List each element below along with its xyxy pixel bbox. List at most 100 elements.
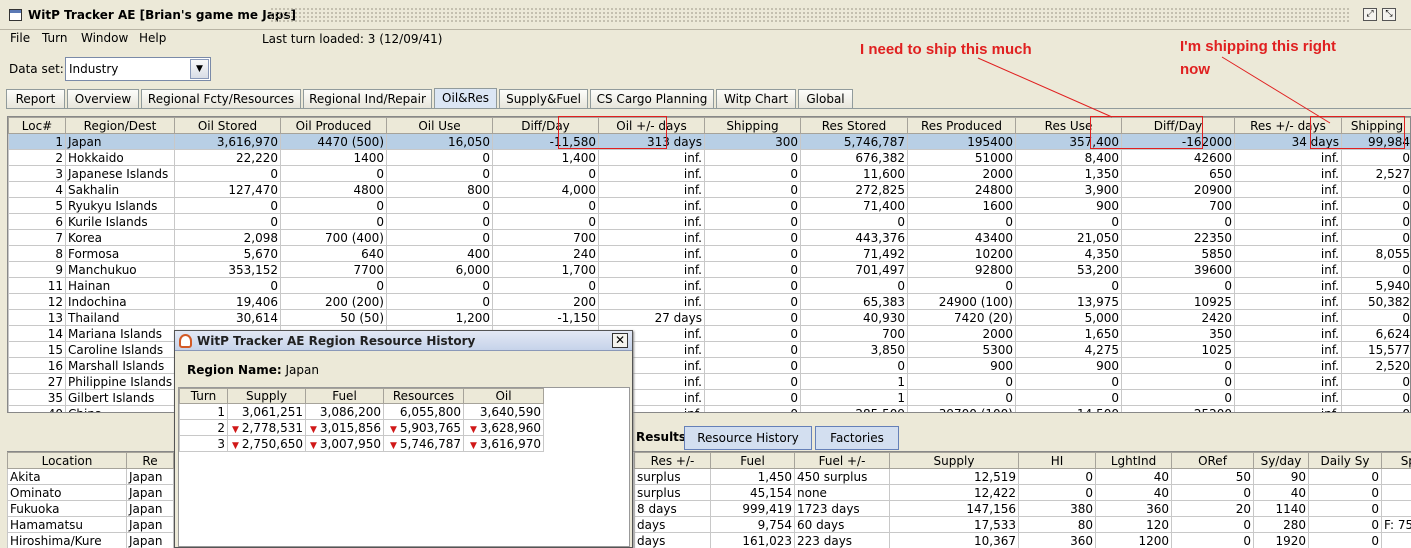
table-cell: 0 xyxy=(704,357,801,374)
tab-report[interactable]: Report xyxy=(6,89,65,109)
menu-file[interactable]: File xyxy=(10,31,30,45)
table-row[interactable]: 11 Hainan 0 0 0 0 inf. 0 0 0 0 0 inf. 5,940 xyxy=(8,277,1410,294)
dataset-select[interactable]: Industry ▼ xyxy=(65,57,211,81)
column-header[interactable]: Daily Sy xyxy=(1308,452,1382,469)
tab-overview[interactable]: Overview xyxy=(67,89,139,109)
table-cell: 0 xyxy=(1015,373,1122,390)
column-header[interactable]: Oil Use xyxy=(386,117,493,134)
column-header[interactable]: Diff/Day xyxy=(492,117,599,134)
column-header[interactable]: Shipping xyxy=(1341,117,1410,134)
column-header[interactable]: Res +/- xyxy=(634,452,711,469)
column-header[interactable]: Oil Produced xyxy=(280,117,387,134)
table-cell: Japan xyxy=(126,516,174,533)
column-header[interactable]: Sy/day xyxy=(1253,452,1309,469)
tab-global[interactable]: Global xyxy=(798,89,853,109)
table-row[interactable]: 12 Indochina 19,406 200 (200) 0 200 inf. 0 65,38… xyxy=(8,293,1410,310)
column-header[interactable]: Fuel xyxy=(305,388,384,404)
table-cell: 0 xyxy=(1341,181,1410,198)
tab-witp-chart[interactable]: Witp Chart xyxy=(716,89,796,109)
table-row[interactable]: Akita Japan xyxy=(7,468,174,485)
table-row[interactable]: 9 Manchukuo 353,152 7700 6,000 1,700 inf. 0 701,… xyxy=(8,261,1410,278)
column-header[interactable]: HI xyxy=(1018,452,1096,469)
close-icon[interactable]: ✕ xyxy=(612,333,628,348)
column-header[interactable]: Res Produced xyxy=(907,117,1016,134)
tab-cs-cargo-planning[interactable]: CS Cargo Planning xyxy=(590,89,714,109)
column-header[interactable]: Location xyxy=(7,452,127,469)
table-row[interactable]: 2 Hokkaido 22,220 1400 0 1,400 inf. 0 676,382 510… xyxy=(8,149,1410,166)
table-cell: 450 surplus xyxy=(794,468,890,485)
table-row[interactable]: surplus 1,450 450 surplus 12,519 0 40 50 90 0 xyxy=(634,468,1411,485)
table-cell: 0 xyxy=(280,165,387,182)
column-header[interactable]: Turn xyxy=(179,388,228,404)
table-row[interactable]: 13 Thailand 30,614 50 (50) 1,200 -1,150 27 day… xyxy=(8,309,1410,326)
table-row[interactable]: 6 Kurile Islands 0 0 0 0 inf. 0 0 0 0 0 inf. 0 xyxy=(8,213,1410,230)
table-row[interactable]: 1 3,061,251 3,086,200 6,055,800 3,640,590 xyxy=(179,403,544,420)
column-header[interactable]: Oil xyxy=(463,388,544,404)
table-row[interactable]: Ominato Japan xyxy=(7,484,174,501)
column-header[interactable]: Oil +/- days xyxy=(598,117,705,134)
tab-oil-res[interactable]: Oil&Res xyxy=(434,88,497,109)
table-cell: 12,519 xyxy=(889,468,1019,485)
table-cell: 280 xyxy=(1253,516,1309,533)
restore-icon[interactable]: ⤢ xyxy=(1363,8,1377,21)
column-header[interactable]: Loc# xyxy=(8,117,66,134)
app-icon xyxy=(9,9,22,21)
menu-window[interactable]: Window xyxy=(81,31,128,45)
column-header[interactable]: LghtInd xyxy=(1095,452,1172,469)
table-cell: surplus xyxy=(634,484,711,501)
column-header[interactable]: Res Stored xyxy=(800,117,908,134)
column-header[interactable]: Re xyxy=(126,452,174,469)
table-cell: 0 xyxy=(1015,213,1122,230)
table-row[interactable]: surplus 45,154 none 12,422 0 40 0 40 0 xyxy=(634,484,1411,501)
table-row[interactable]: 3 ▼ 2,750,650 ▼ 3,007,950 ▼ 5,746,787 ▼ 3,616,97… xyxy=(179,435,544,452)
column-header[interactable]: Fuel +/- xyxy=(794,452,890,469)
table-cell: 39600 xyxy=(1121,261,1235,278)
column-header[interactable]: Resources xyxy=(383,388,464,404)
table-row[interactable]: days 161,023 223 days 10,367 360 1200 0 1920 0 xyxy=(634,532,1411,548)
table-row[interactable]: 3 Japanese Islands 0 0 0 0 inf. 0 11,600 2000 1,35… xyxy=(8,165,1410,182)
column-header[interactable]: Spoilage xyxy=(1381,452,1411,469)
tab-factories[interactable]: Factories xyxy=(815,426,899,450)
table-cell: 42600 xyxy=(1121,149,1235,166)
column-header[interactable]: ORef xyxy=(1171,452,1254,469)
table-row[interactable]: 5 Ryukyu Islands 0 0 0 0 inf. 0 71,400 1600 900 700… xyxy=(8,197,1410,214)
table-row[interactable]: 8 days 999,419 1723 days 147,156 380 360 20 114… xyxy=(634,500,1411,517)
table-row[interactable]: 7 Korea 2,098 700 (400) 0 700 inf. 0 443,376 4340… xyxy=(8,229,1410,246)
maximize-icon[interactable]: ⤡ xyxy=(1382,8,1396,21)
resource-history-dialog[interactable]: WitP Tracker AE Region Resource History … xyxy=(174,330,633,548)
down-arrow-icon: ▼ xyxy=(232,440,239,451)
table-cell: inf. xyxy=(598,197,705,214)
table-row[interactable]: 4 Sakhalin 127,470 4800 800 4,000 inf. 0 272,825… xyxy=(8,181,1410,198)
column-header[interactable]: Region/Dest xyxy=(65,117,175,134)
table-cell: 4,000 xyxy=(492,181,599,198)
table-row[interactable]: 1 Japan 3,616,970 4470 (500) 16,050 -11,580 31… xyxy=(8,133,1410,150)
resource-history-table[interactable]: Turn Supply Fuel Resources Oil 1 3,061,251 3,0… xyxy=(178,387,630,547)
tab-regional-fcty-resources[interactable]: Regional Fcty/Resources xyxy=(141,89,301,109)
column-header[interactable]: Fuel xyxy=(710,452,795,469)
table-cell: inf. xyxy=(1234,373,1342,390)
tab-resource-history[interactable]: Resource History xyxy=(684,426,812,450)
title-bar-texture xyxy=(270,7,1350,23)
column-header[interactable]: Diff/Day xyxy=(1121,117,1235,134)
table-cell: 13 xyxy=(8,309,66,326)
column-header[interactable]: Supply xyxy=(889,452,1019,469)
column-header[interactable]: Shipping xyxy=(704,117,801,134)
column-header[interactable]: Res +/- days xyxy=(1234,117,1342,134)
tab-supply-fuel[interactable]: Supply&Fuel xyxy=(499,89,588,109)
menu-help[interactable]: Help xyxy=(139,31,166,45)
chevron-down-icon[interactable]: ▼ xyxy=(190,59,209,79)
table-row[interactable]: Hamamatsu Japan xyxy=(7,516,174,533)
table-cell: 1140 xyxy=(1253,500,1309,517)
table-row[interactable]: days9,75460 days17,5338012002800F: 754 S… xyxy=(634,516,1411,533)
table-cell: 5 xyxy=(8,197,66,214)
column-header[interactable]: Supply xyxy=(227,388,306,404)
dialog-title-bar[interactable]: WitP Tracker AE Region Resource History … xyxy=(175,331,632,351)
column-header[interactable]: Res Use xyxy=(1015,117,1122,134)
menu-turn[interactable]: Turn xyxy=(42,31,67,45)
table-row[interactable]: Fukuoka Japan xyxy=(7,500,174,517)
table-row[interactable]: Hiroshima/Kure Japan xyxy=(7,532,174,548)
column-header[interactable]: Oil Stored xyxy=(174,117,281,134)
tab-regional-ind-repair[interactable]: Regional Ind/Repair xyxy=(303,89,432,109)
table-row[interactable]: 2 ▼ 2,778,531 ▼ 3,015,856 ▼ 5,903,765 ▼ 3,628,96… xyxy=(179,419,544,436)
table-row[interactable]: 8 Formosa 5,670 640 400 240 inf. 0 71,492 10200 4,… xyxy=(8,245,1410,262)
